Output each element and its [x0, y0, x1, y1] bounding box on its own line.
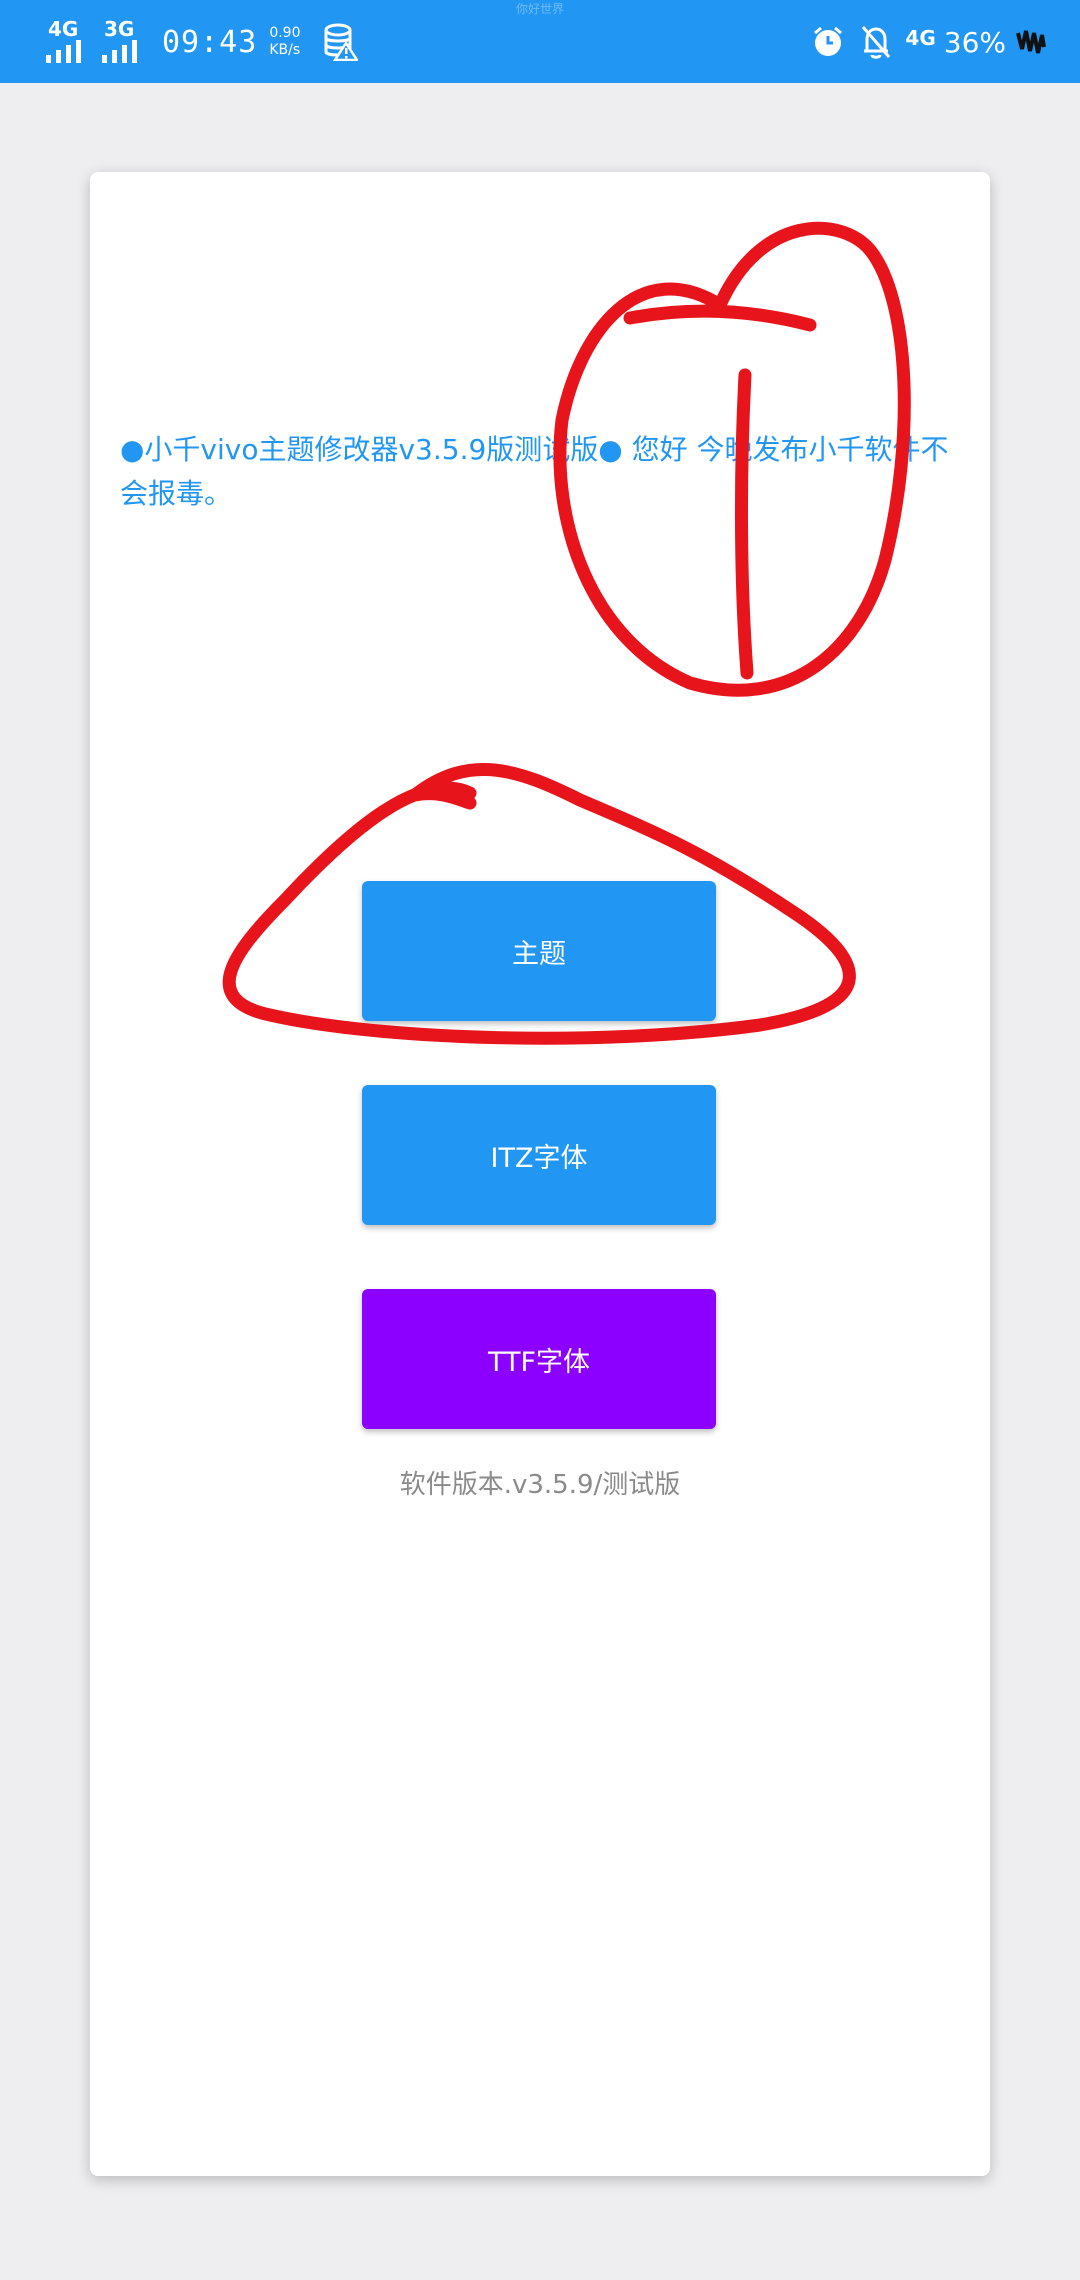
version-text: 软件版本.v3.5.9/测试版: [399, 1470, 681, 1500]
theme-button[interactable]: 主题: [362, 881, 716, 1021]
status-bar: 你好世界 4G 3G 09:43 0.90 KB/s 4G 36%: [0, 0, 1080, 83]
main-card: ●小千vivo主题修改器v3.5.9版测试版● 您好 今晚发布小千软件不会报毒。…: [90, 172, 990, 2176]
network-label-2: 3G: [104, 17, 135, 41]
battery-percentage: 36%: [943, 25, 1006, 59]
speed-value: 0.90: [269, 25, 301, 41]
notice-text: ●小千vivo主题修改器v3.5.9版测试版● 您好 今晚发布小千软件不会报毒。: [120, 433, 949, 510]
itz-font-button[interactable]: ITZ字体: [362, 1085, 716, 1225]
alarm-icon: [814, 26, 843, 56]
ttf-font-button[interactable]: TTF字体: [362, 1289, 716, 1429]
network-label-1: 4G: [48, 17, 79, 41]
status-left-group: 4G 3G 09:43 0.90 KB/s: [46, 17, 359, 66]
network-label-right: 4G: [905, 26, 936, 50]
signal-icon: 4G: [46, 17, 96, 63]
status-time: 09:43: [162, 24, 258, 60]
speed-unit: KB/s: [269, 42, 301, 58]
bell-off-icon: [862, 26, 891, 59]
status-right-group: 4G 36%: [811, 18, 1046, 66]
network-speed: 0.90 KB/s: [269, 25, 300, 59]
status-top-notice: 你好世界: [515, 2, 564, 16]
battery-icon: [1016, 30, 1046, 54]
database-warning-icon: [324, 23, 359, 61]
signal-icon: 3G: [102, 17, 152, 63]
